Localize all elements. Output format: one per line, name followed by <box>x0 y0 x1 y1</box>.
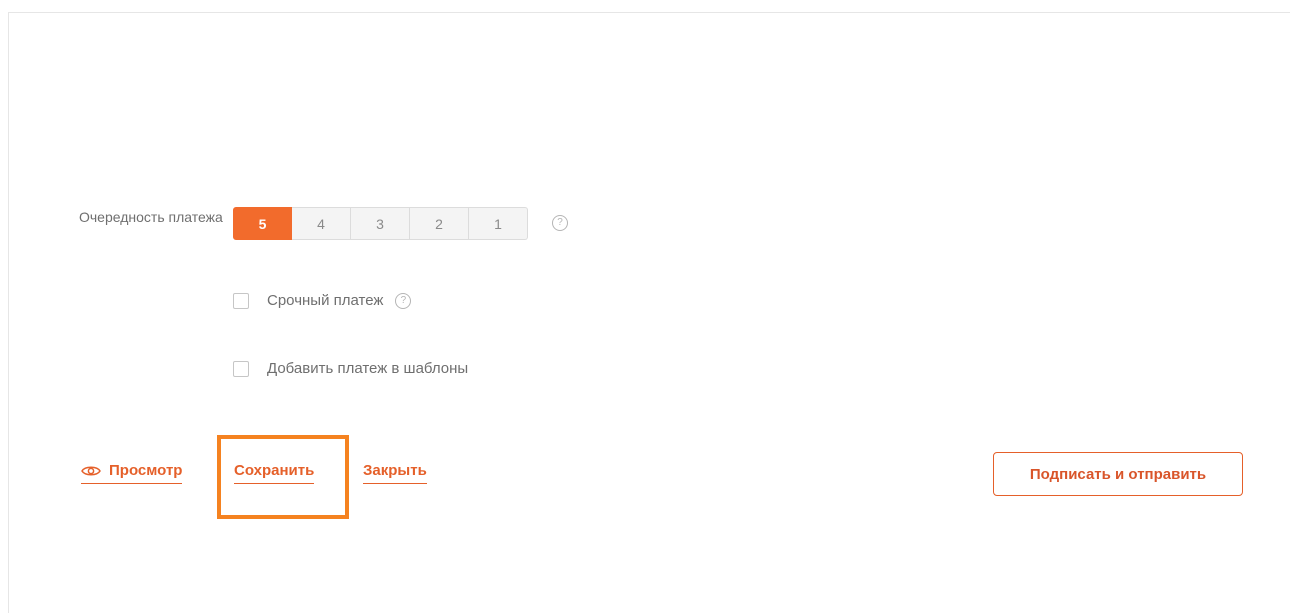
sign-and-send-button[interactable]: Подписать и отправить <box>993 452 1243 496</box>
priority-option-4[interactable]: 4 <box>292 207 351 240</box>
close-link[interactable]: Закрыть <box>363 462 427 484</box>
preview-link[interactable]: Просмотр <box>81 462 183 484</box>
priority-option-5[interactable]: 5 <box>233 207 292 240</box>
add-to-templates-checkbox[interactable] <box>233 360 249 377</box>
page: Очередность платежа 5 4 3 2 1 ? Срочный … <box>0 0 1290 613</box>
save-highlight-frame <box>217 435 349 519</box>
urgent-payment-checkbox[interactable] <box>233 292 249 309</box>
urgent-payment-label[interactable]: Срочный платеж <box>267 292 383 309</box>
priority-option-2[interactable]: 2 <box>410 207 469 240</box>
preview-label: Просмотр <box>109 462 183 479</box>
priority-help-icon[interactable]: ? <box>552 215 568 231</box>
add-to-templates-label[interactable]: Добавить платеж в шаблоны <box>267 360 468 377</box>
urgent-help-icon[interactable]: ? <box>395 292 412 309</box>
priority-option-3[interactable]: 3 <box>351 207 410 240</box>
urgent-payment-row: Срочный платеж ? <box>233 292 412 309</box>
priority-selector: 5 4 3 2 1 <box>233 207 528 240</box>
form-panel <box>8 12 1290 613</box>
add-to-templates-row: Добавить платеж в шаблоны <box>233 360 468 377</box>
priority-label: Очередность платежа <box>79 209 223 225</box>
eye-icon <box>81 466 101 476</box>
priority-option-1[interactable]: 1 <box>469 207 528 240</box>
